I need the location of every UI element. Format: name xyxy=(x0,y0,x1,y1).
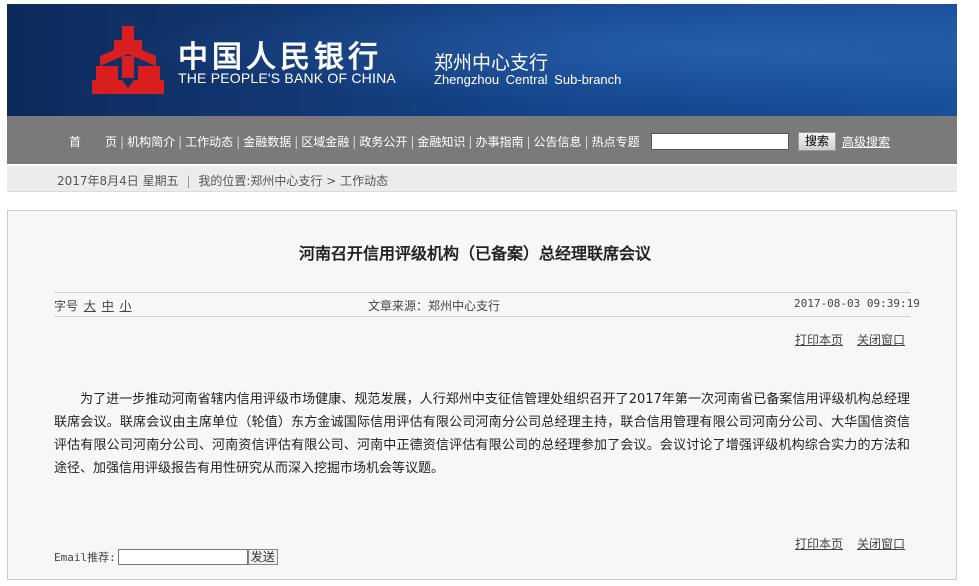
font-size-large-link[interactable]: 大 xyxy=(84,299,96,313)
pboc-logo-icon xyxy=(92,26,164,94)
article-source: 文章来源：郑州中心支行 xyxy=(368,299,501,313)
current-date: 2017年8月4日 xyxy=(57,174,139,188)
font-size-small-link[interactable]: 小 xyxy=(120,299,132,313)
article-title: 河南召开信用评级机构（已备案）总经理联席会议 xyxy=(298,244,651,263)
font-size-control: 字号 大 中 小 xyxy=(54,297,132,314)
nav-item-work-news[interactable]: 工作动态 xyxy=(185,133,233,150)
current-weekday: 星期五 xyxy=(142,174,179,188)
nav-separator: | xyxy=(120,134,125,149)
article-timestamp: 2017-08-03 09:39:19 xyxy=(794,297,920,310)
nav-item-regional-finance[interactable]: 区域金融 xyxy=(301,133,349,150)
breadcrumb-item-branch[interactable]: 郑州中心支行 xyxy=(250,174,322,188)
nav-item-financial-data[interactable]: 金融数据 xyxy=(243,133,291,150)
nav-items: 首 页 | 机构简介 | 工作动态 | 金融数据 | 区域金融 | 政务公开 | 金融知识 |… xyxy=(69,133,640,150)
breadcrumb-prefix: 我的位置: xyxy=(198,174,251,188)
nav-separator: | xyxy=(468,134,473,149)
nav-item-financial-knowledge[interactable]: 金融知识 xyxy=(417,133,465,150)
nav-item-hot-topics[interactable]: 热点专题 xyxy=(592,133,640,150)
print-page-link[interactable]: 打印本页 xyxy=(795,537,843,551)
nav-separator: | xyxy=(178,134,183,149)
nav-separator: | xyxy=(236,134,241,149)
breadcrumb-item-work-news[interactable]: 工作动态 xyxy=(340,174,388,188)
font-size-label: 字号 xyxy=(54,299,79,313)
email-label: Email推荐: xyxy=(54,551,116,564)
nav-separator: | xyxy=(526,134,531,149)
email-input[interactable] xyxy=(117,549,248,565)
nav-separator: | xyxy=(584,134,589,149)
email-recommend: Email推荐: 发送 xyxy=(54,549,278,565)
nav-separator: | xyxy=(294,134,299,149)
breadcrumb-separator: > xyxy=(326,174,337,188)
divider xyxy=(54,316,910,317)
print-page-link[interactable]: 打印本页 xyxy=(795,333,843,347)
nav-item-announcements[interactable]: 公告信息 xyxy=(534,133,582,150)
location-bar: 2017年8月4日 星期五 | 我的位置:郑州中心支行 > 工作动态 xyxy=(7,166,957,192)
nav-separator: | xyxy=(352,134,357,149)
close-window-link[interactable]: 关闭窗口 xyxy=(857,537,905,551)
nav-separator: | xyxy=(410,134,415,149)
article-tools-bottom: 打印本页 关闭窗口 xyxy=(795,535,905,552)
article-body: 为了进一步推动河南省辖内信用评级市场健康、规范发展，人行郑州中支征信管理处组织召… xyxy=(54,392,910,476)
nav-item-gov-affairs[interactable]: 政务公开 xyxy=(359,133,407,150)
nav-item-home[interactable]: 首 页 xyxy=(69,133,117,150)
search-button[interactable]: 搜索 xyxy=(798,132,836,151)
branch-name-cn: 郑州中心支行 xyxy=(434,52,549,74)
nav-item-service-guide[interactable]: 办事指南 xyxy=(475,133,523,150)
send-button[interactable]: 发送 xyxy=(247,549,278,565)
article-tools-top: 打印本页 关闭窗口 xyxy=(795,331,905,348)
location-divider: | xyxy=(186,174,191,188)
search-input[interactable] xyxy=(651,133,789,150)
divider xyxy=(54,292,910,293)
advanced-search-link[interactable]: 高级搜索 xyxy=(842,133,890,150)
bank-name-en: THE PEOPLE'S BANK OF CHINA xyxy=(178,70,396,86)
font-size-medium-link[interactable]: 中 xyxy=(102,299,114,313)
close-window-link[interactable]: 关闭窗口 xyxy=(857,333,905,347)
nav-item-about[interactable]: 机构简介 xyxy=(127,133,175,150)
branch-name-en: Zhengzhou Central Sub-branch xyxy=(434,72,622,87)
